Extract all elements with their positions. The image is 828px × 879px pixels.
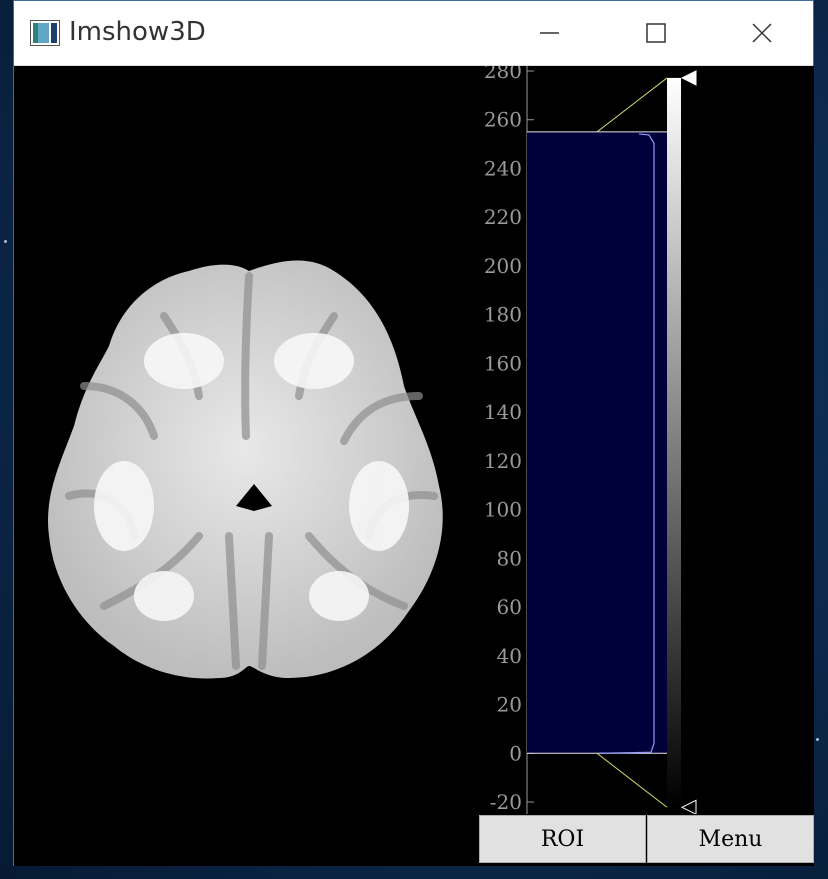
histogram-lut-widget: 280260240220200180160140120100806040200-…	[484, 59, 697, 816]
desktop-star	[816, 738, 819, 741]
brain-slice-image	[48, 260, 443, 679]
upper-connector-line	[596, 77, 668, 133]
y-tick-label: 260	[484, 108, 522, 132]
y-tick-label: 160	[484, 351, 522, 375]
maximize-icon	[646, 23, 666, 43]
y-tick-label: 120	[484, 449, 522, 473]
upper-level-handle-icon[interactable]	[680, 70, 697, 86]
level-region[interactable]	[527, 131, 667, 754]
app-icon	[30, 20, 60, 46]
y-tick-label: 60	[497, 595, 522, 619]
title-bar[interactable]: Imshow3D	[14, 1, 813, 66]
y-tick-label: 240	[484, 156, 522, 180]
close-icon	[752, 23, 772, 43]
y-tick-label: 40	[497, 644, 522, 668]
minimize-button[interactable]	[519, 9, 579, 57]
roi-button[interactable]: ROI	[479, 815, 646, 863]
y-tick-label: 220	[484, 205, 522, 229]
gradient-lut-bar[interactable]	[667, 77, 681, 808]
y-tick-label: 0	[509, 741, 522, 765]
y-tick-label: 20	[497, 693, 522, 717]
y-tick-label: 140	[484, 400, 522, 424]
menu-button[interactable]: Menu	[647, 815, 814, 863]
maximize-button[interactable]	[626, 9, 686, 57]
minimize-icon	[540, 32, 559, 34]
histogram-panel[interactable]: 280 260 240 220 200 180 160 140 120 100 80 60 40 20 0-…	[479, 59, 814, 816]
image-viewport[interactable]	[14, 66, 484, 866]
y-tick-label: 80	[497, 546, 522, 570]
lower-level-handle-icon[interactable]	[680, 799, 697, 816]
y-tick-label: 200	[484, 254, 522, 278]
window-title: Imshow3D	[69, 17, 206, 47]
y-tick-label: -20	[490, 790, 522, 814]
imshow3d-window: Imshow3D 280 260 240 220 200 180 160 140…	[13, 0, 814, 866]
close-button[interactable]	[732, 9, 792, 57]
y-tick-label: 180	[484, 303, 522, 327]
lower-connector-line	[596, 752, 668, 808]
y-tick-label: 280	[484, 66, 522, 83]
desktop-star	[4, 240, 7, 243]
histogram-y-ticks: 280260240220200180160140120100806040200-…	[484, 59, 534, 814]
y-tick-label: 100	[484, 498, 522, 522]
button-bar: ROI Menu	[479, 814, 814, 866]
